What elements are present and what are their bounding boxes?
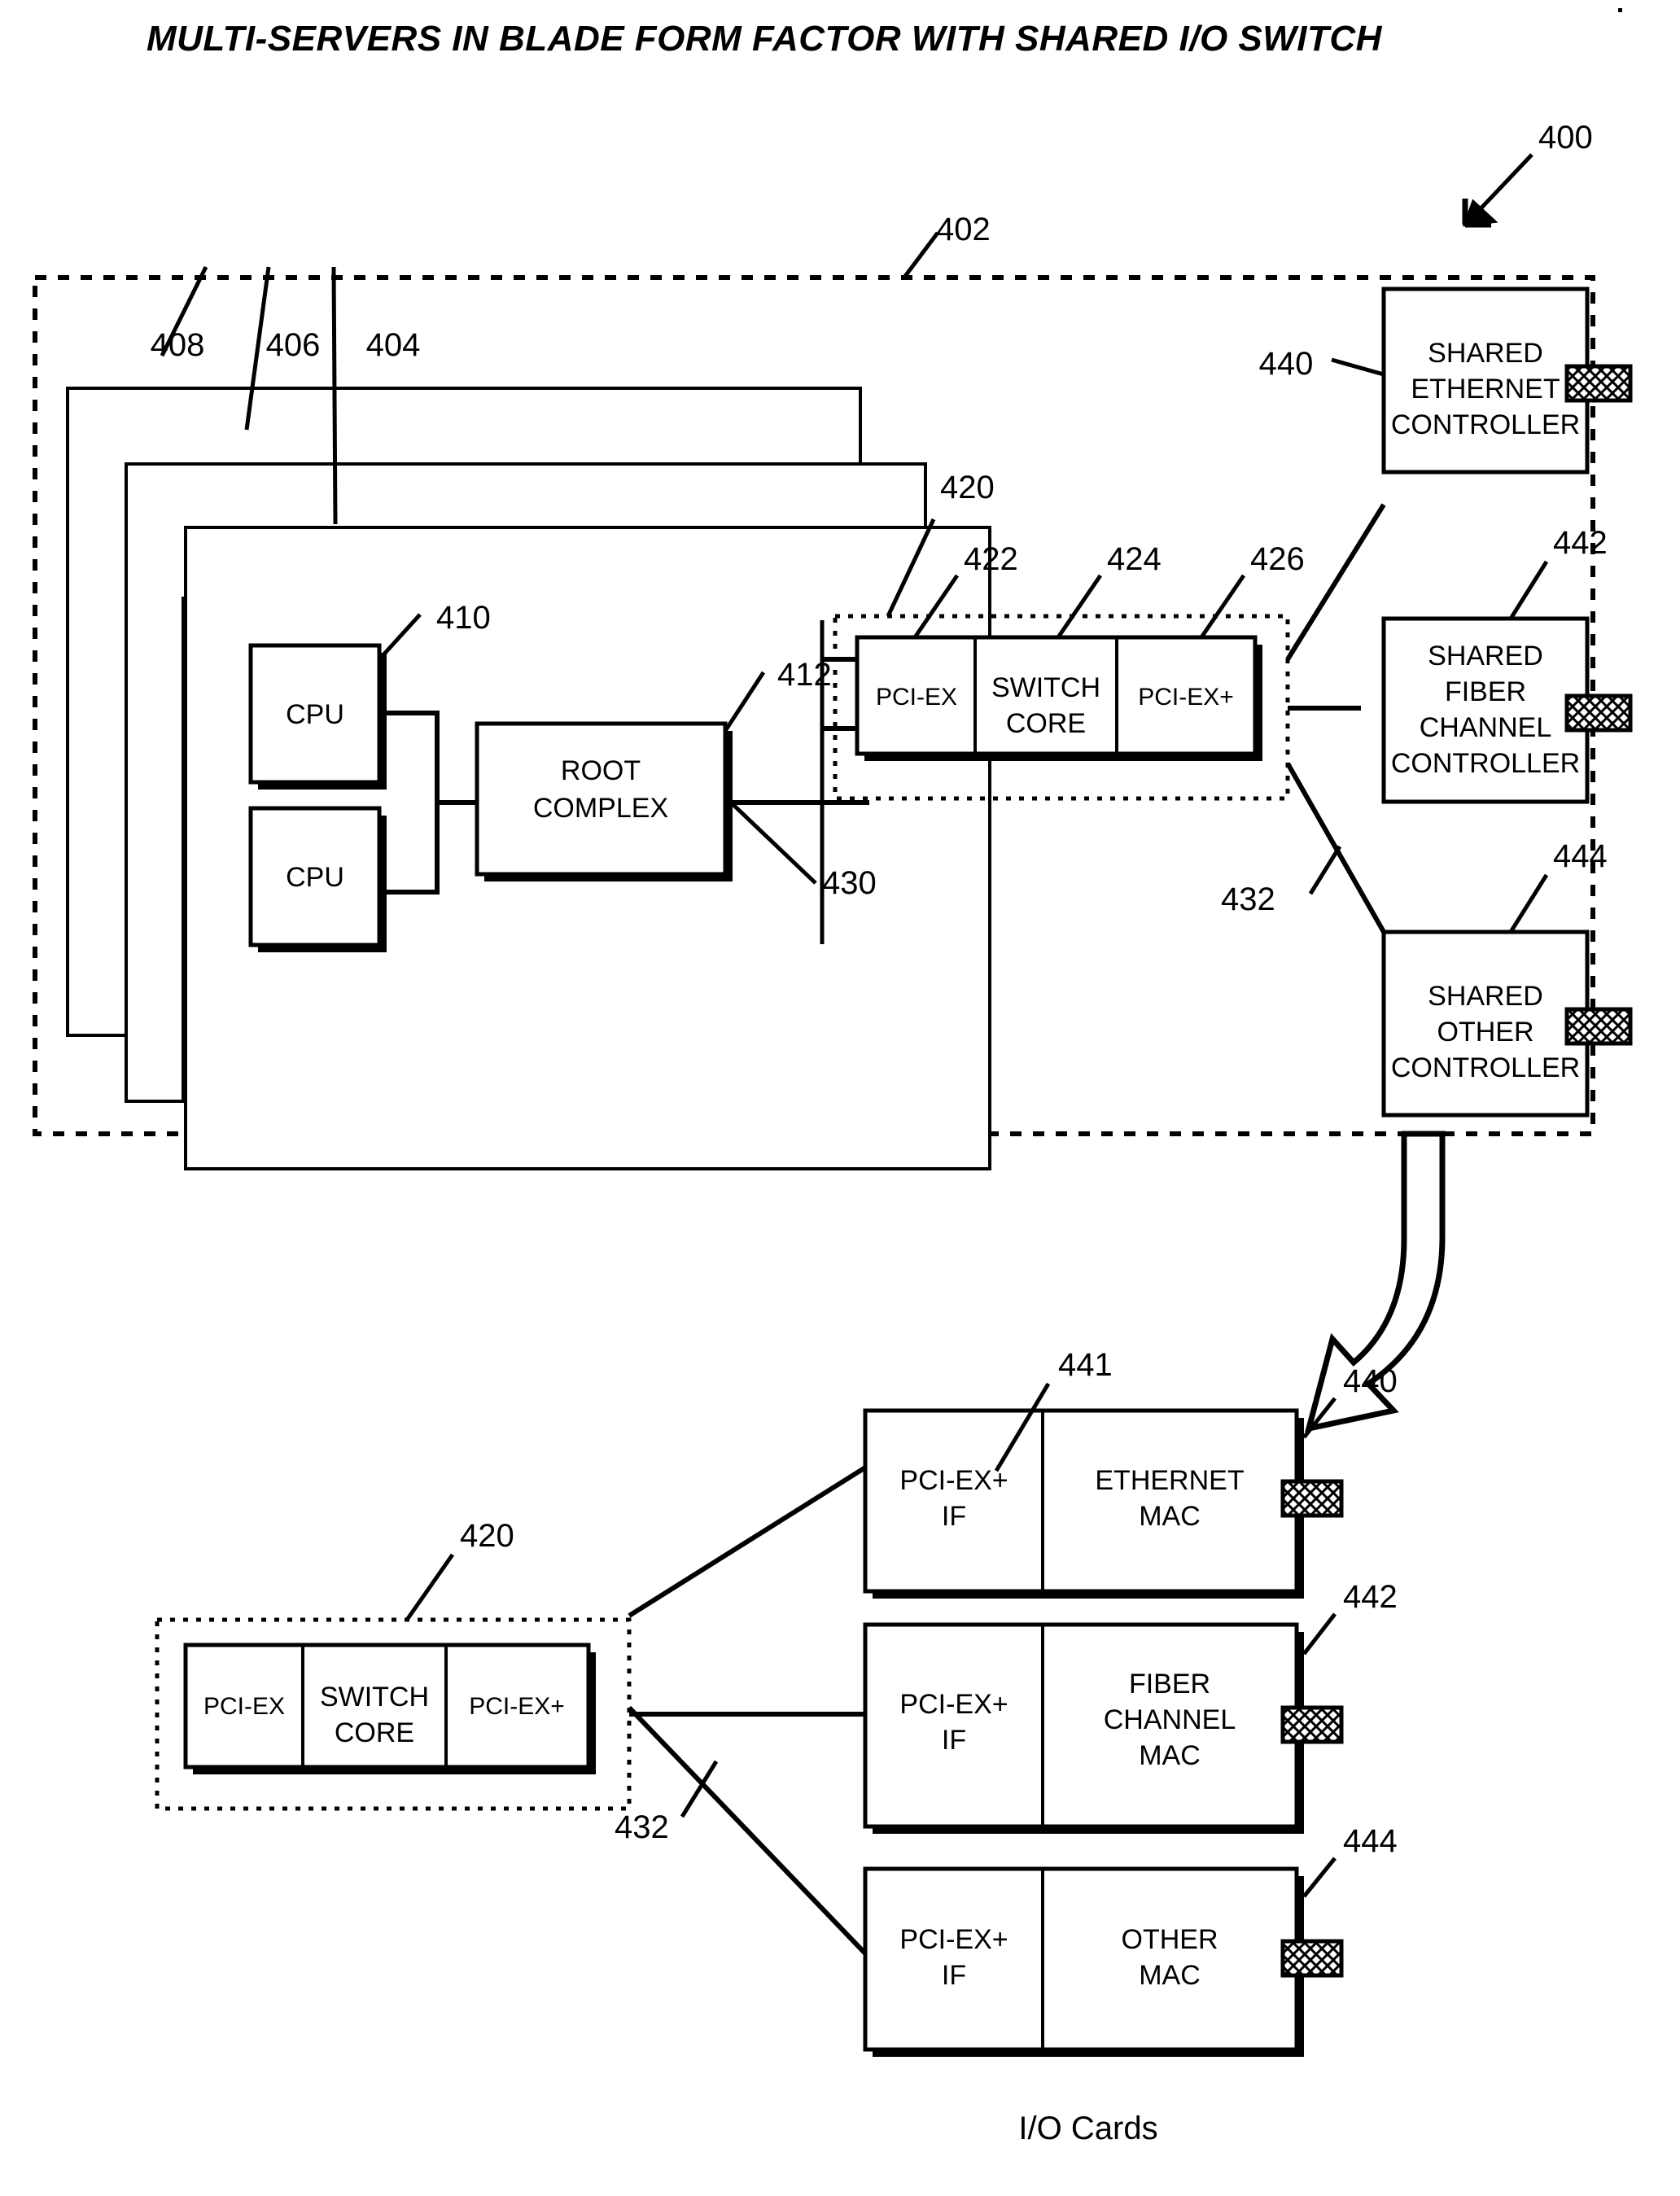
io-card-1-box <box>863 1408 1299 1594</box>
switch-to-other-wire <box>1285 762 1386 934</box>
io-card-1-mac-label-1: ETHERNET <box>1095 1465 1244 1496</box>
ref-num-422: 422 <box>964 541 1018 577</box>
io-card-1-connector-tab <box>1280 1479 1344 1518</box>
root-complex-label-2: COMPLEX <box>533 793 668 824</box>
ref-num-442-top: 442 <box>1553 525 1608 561</box>
io-card-2-mac-label-1: FIBER <box>1129 1669 1210 1699</box>
ref-444-leader-top <box>1508 873 1549 934</box>
switch-to-card-ethernet-wire <box>628 1465 867 1618</box>
cpu-1-label: CPU <box>286 699 344 730</box>
switch-top-core-label-2: CORE <box>1006 708 1086 739</box>
shared-ethernet-controller-label-3: CONTROLLER <box>1391 409 1580 440</box>
switch-to-ethernet-wire <box>1285 503 1386 661</box>
io-cards-caption: I/O Cards <box>1018 2111 1157 2146</box>
ref-num-400: 400 <box>1538 120 1593 155</box>
root-complex-label-1: ROOT <box>561 755 641 786</box>
switch-bottom-pciexplus-label: PCI-EX+ <box>469 1693 565 1720</box>
shared-ethernet-controller-label-2: ETHERNET <box>1411 374 1560 405</box>
ref-440-leader-top <box>1331 357 1385 377</box>
ref-432-leader-top <box>1308 845 1342 895</box>
io-card-2-mac-label-3: MAC <box>1139 1740 1201 1771</box>
shared-fiber-channel-controller-label-3: CHANNEL <box>1420 712 1551 743</box>
cpu-2-label: CPU <box>286 862 344 893</box>
io-card-2-connector-tab <box>1280 1705 1344 1744</box>
ref-402-leader <box>902 231 939 280</box>
ref-num-432-top: 432 <box>1221 881 1275 917</box>
shared-fiber-channel-controller-label-2: FIBER <box>1445 676 1526 707</box>
ref-num-441: 441 <box>1058 1347 1113 1383</box>
io-card-3-if-label-1: PCI-EX+ <box>899 1924 1008 1955</box>
switch-top-pciex-label: PCI-EX <box>876 684 957 711</box>
switch-bottom-core-label-2: CORE <box>335 1717 414 1748</box>
ref-424-leader <box>1056 574 1103 639</box>
other-connector-tab <box>1564 1007 1633 1046</box>
switch-top-pciexplus-label: PCI-EX+ <box>1138 684 1234 711</box>
ref-num-404: 404 <box>366 327 421 363</box>
shared-ethernet-controller-label-1: SHARED <box>1428 338 1543 369</box>
ref-400-pointer <box>1462 153 1533 228</box>
io-card-3-if-label-2: IF <box>942 1960 966 1991</box>
ref-404-leader <box>331 266 338 525</box>
io-card-3-mac-label-2: MAC <box>1139 1960 1201 1991</box>
io-card-2-if-label-2: IF <box>942 1725 966 1756</box>
io-card-3-box <box>863 1866 1299 2052</box>
io-card-1-if-label-2: IF <box>942 1501 966 1532</box>
ref-num-430: 430 <box>822 865 877 901</box>
ref-426-leader <box>1199 574 1246 639</box>
ref-442-leader-bottom <box>1302 1612 1337 1656</box>
shared-other-controller-label-1: SHARED <box>1428 981 1543 1012</box>
page-speck <box>1618 8 1622 12</box>
io-card-2-mac-label-2: CHANNEL <box>1104 1704 1236 1735</box>
io-card-2-if-label-1: PCI-EX+ <box>899 1689 1008 1720</box>
ref-420-leader-bottom <box>405 1553 455 1621</box>
ref-num-424: 424 <box>1107 541 1162 577</box>
ref-num-444-bottom: 444 <box>1343 1823 1398 1859</box>
io-card-3-mac-label-1: OTHER <box>1122 1924 1218 1955</box>
io-card-1-mac-label-2: MAC <box>1139 1501 1201 1532</box>
ref-num-420-bottom: 420 <box>460 1518 514 1554</box>
patent-figure: MULTI-SERVERS IN BLADE FORM FACTOR WITH … <box>0 0 1680 2196</box>
ref-num-440-bottom: 440 <box>1343 1363 1398 1399</box>
ref-num-408: 408 <box>151 327 205 363</box>
ref-num-432-bottom: 432 <box>615 1809 669 1845</box>
ref-num-426: 426 <box>1250 541 1305 577</box>
fiber-channel-connector-tab <box>1564 693 1633 733</box>
ref-num-444-top: 444 <box>1553 838 1608 874</box>
ref-num-406: 406 <box>266 327 321 363</box>
ref-num-402: 402 <box>936 212 991 247</box>
ref-num-440-top: 440 <box>1259 346 1314 382</box>
ref-442-leader-top <box>1508 560 1549 620</box>
ref-num-442-bottom: 442 <box>1343 1579 1398 1615</box>
shared-fiber-channel-controller-label-4: CONTROLLER <box>1391 748 1580 779</box>
shared-fiber-channel-controller-label-1: SHARED <box>1428 641 1543 671</box>
shared-other-controller-label-2: OTHER <box>1437 1017 1534 1048</box>
switch-bottom-core-label-1: SWITCH <box>320 1682 429 1713</box>
io-card-1-if-label-1: PCI-EX+ <box>899 1465 1008 1496</box>
shared-other-controller-label-3: CONTROLLER <box>1391 1052 1580 1083</box>
ref-444-leader-bottom <box>1302 1857 1337 1898</box>
ethernet-connector-tab <box>1564 364 1633 403</box>
switch-top-core-label-1: SWITCH <box>991 672 1100 703</box>
ref-num-410: 410 <box>436 600 491 636</box>
figure-title: MULTI-SERVERS IN BLADE FORM FACTOR WITH … <box>147 19 1383 59</box>
ref-num-420-top: 420 <box>940 470 995 505</box>
switch-bottom-pciex-label: PCI-EX <box>203 1693 285 1720</box>
ref-num-412: 412 <box>777 657 832 693</box>
io-card-3-connector-tab <box>1280 1939 1344 1978</box>
